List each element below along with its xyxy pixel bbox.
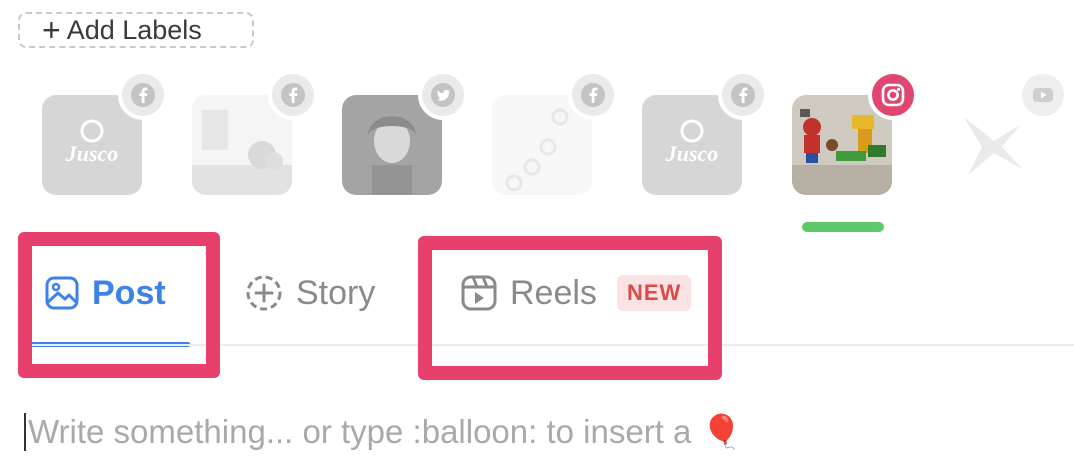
- post-composer-input[interactable]: Write something... or type :balloon: to …: [24, 410, 742, 454]
- jusco-logo-text: Jusco: [65, 141, 119, 166]
- youtube-icon: [1018, 70, 1068, 120]
- composer-placeholder: Write something... or type :balloon: to …: [28, 413, 692, 450]
- facebook-icon: [568, 70, 618, 120]
- facebook-icon: [718, 70, 768, 120]
- facebook-icon: [118, 70, 168, 120]
- jusco-logo-text: Jusco: [665, 141, 719, 166]
- twitter-icon: [418, 70, 468, 120]
- plus-icon: +: [42, 12, 61, 48]
- facebook-icon: [268, 70, 318, 120]
- selected-account-indicator: [802, 222, 884, 232]
- tab-story[interactable]: Story: [244, 268, 375, 318]
- highlight-box-reels: [418, 236, 722, 380]
- circle-plus-icon: [244, 273, 284, 313]
- instagram-icon: [868, 70, 918, 120]
- add-labels-label: Add Labels: [66, 14, 202, 45]
- tab-story-label: Story: [296, 273, 376, 312]
- add-labels-button[interactable]: + Add Labels: [18, 12, 254, 48]
- balloon-emoji: 🎈: [701, 412, 743, 450]
- account-selector: Jusco Jusco: [0, 70, 1074, 240]
- text-caret: [24, 413, 26, 451]
- highlight-box-post: [18, 232, 220, 378]
